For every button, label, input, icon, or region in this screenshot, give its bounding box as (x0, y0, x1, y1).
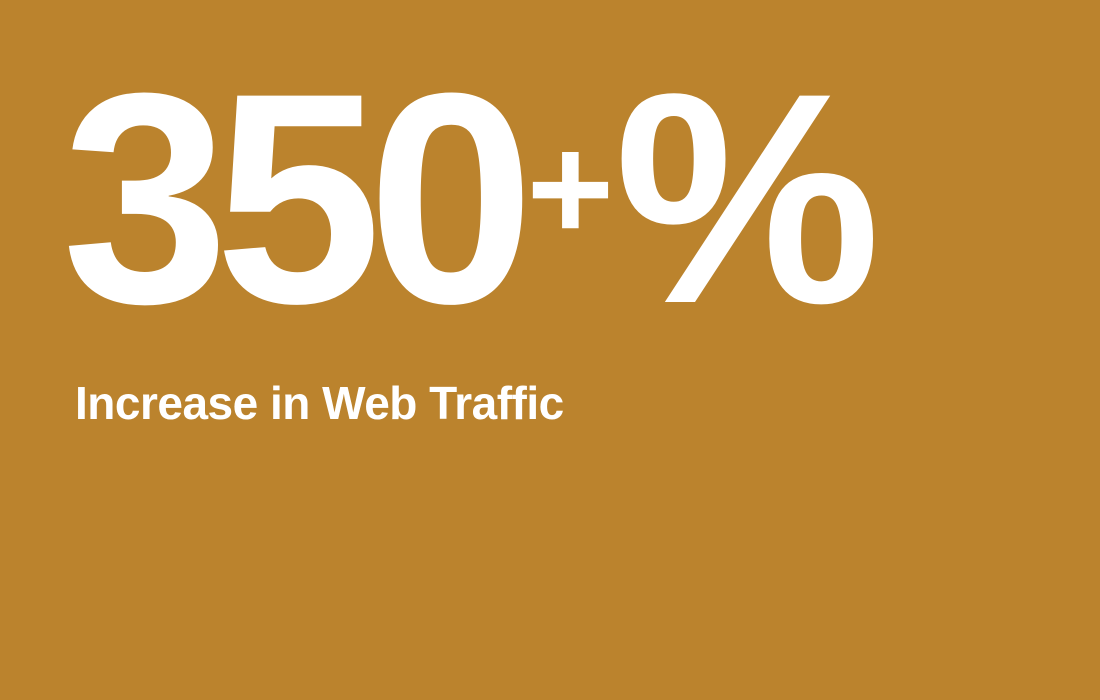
stat-percent: % (614, 30, 881, 366)
stat-number: 350 (62, 30, 535, 366)
stat-value: 350+% (62, 48, 881, 348)
stat-plus: + (526, 104, 615, 272)
stat-label: Increase in Web Traffic (75, 377, 564, 429)
stat-card: 350+% Increase in Web Traffic (0, 0, 1100, 700)
